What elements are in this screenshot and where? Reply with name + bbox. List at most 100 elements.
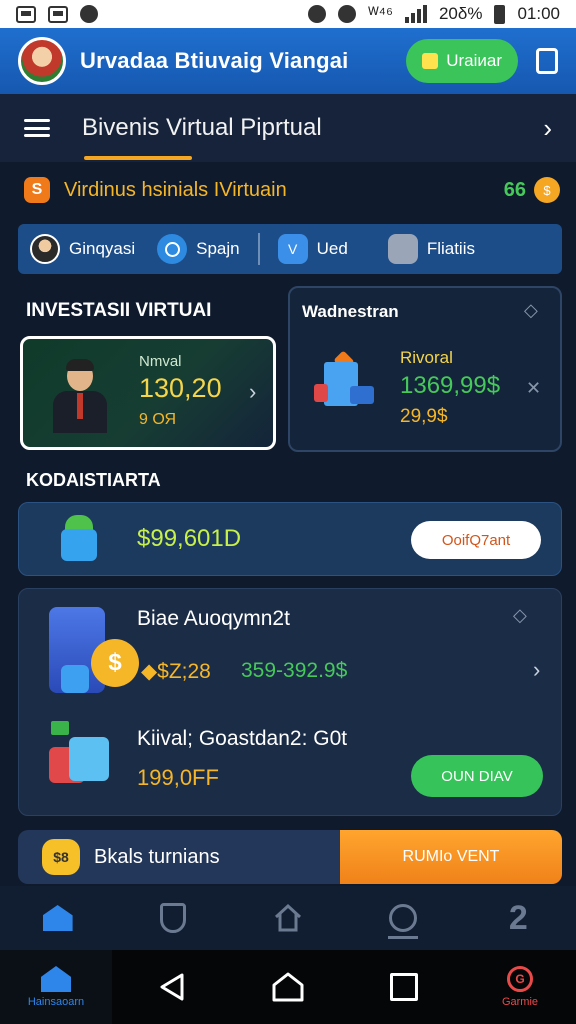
list-item-title[interactable]: Biae Auoqymn2t [137,607,290,631]
signal-icon [404,5,427,23]
battery-icon [494,4,506,24]
nav-game[interactable]: G Garmie [464,950,576,1024]
investment-list: $ Biae Auoqymn2t ◇ ◆$Z;28 359-392.9$ › K… [18,588,562,816]
gallery-icon [48,5,68,23]
notice-text: Virdinus hsinials IVirtuain [64,178,287,201]
home-icon [41,966,71,992]
section-heading-kodaistlarta: KODAISTIARTA [26,470,161,490]
status-bar: ᵂ⁴⁶ 20δ% 01:00 [0,0,576,28]
recents-icon [390,973,418,1001]
list-item-sub-prefix: ◆$Z;28 [141,660,211,683]
wallet-label: Uraiиar [446,51,502,70]
section-heading-investasi: INVESTASII VIRTUAI [26,300,212,321]
chip-fliatiis[interactable]: Fliatiis [387,234,475,264]
balance-row: $99,601D OoifQ7ant [18,502,562,576]
wifi-icon [338,5,357,23]
coin-icon: $ [534,177,560,203]
link-icon[interactable]: ◇ [513,605,527,626]
chip-label: Ued [316,239,348,258]
game-icon: G [507,966,533,992]
tab-home[interactable] [38,898,78,938]
coin-bag-icon: $8 [42,839,80,875]
nav-home-label: Hainsaoarn [27,996,85,1008]
divider [257,233,260,265]
chip-ued[interactable]: V Ued [277,234,348,264]
promo-text: Bkals turnians [94,846,220,868]
app-logo[interactable] [18,37,66,85]
settings-icon [80,5,98,23]
app-header: Urvadaa Btiuvaig Viangai Uraiиar [0,28,576,94]
nav-back[interactable] [116,950,228,1024]
balance-value: $99,601D [137,525,242,552]
bottom-tab-bar: 2 [0,886,576,950]
dollar-icon: S [24,177,50,203]
clock: 01:00 [517,4,560,23]
card-value: 130,20 [139,373,222,403]
app-title: Urvadaa Btiuvaig Viangai [80,48,349,73]
title-underline [84,156,192,160]
shield-icon [159,903,186,933]
battery-percent: 20δ% [438,4,483,23]
chip-label: Ginqyasi [69,239,136,258]
nav-recents[interactable] [348,950,460,1024]
location-icon [388,904,419,939]
nav-home-system[interactable] [232,950,344,1024]
card-value: 1369,99$ [400,372,501,399]
network-type: ᵂ⁴⁶ [368,4,393,23]
nav-home[interactable]: Hainsaoarn [0,950,112,1024]
tab-location[interactable] [383,898,423,939]
promo-row: $8 Bkals turnians RUMIo VENT [18,830,562,884]
menu-icon[interactable] [24,119,50,137]
close-icon[interactable]: ✕ [526,378,541,399]
investment-card-nmval[interactable]: Nmval 130,20 9 ОЯ › [20,336,276,450]
document-icon[interactable] [536,48,558,74]
wallet-button[interactable]: Uraiиar [406,39,518,83]
investor-image [45,357,113,435]
chevron-right-icon[interactable]: › [543,113,552,144]
list-item-title[interactable]: Kiival; Goastdan2: G0t [137,727,347,751]
list-item-value: 199,0FF [137,765,219,790]
alarm-icon [308,5,327,23]
card-sub: 9 ОЯ [139,411,176,428]
card-label: Nmval [139,353,182,370]
wallet-coin-icon: $ [47,603,139,695]
section-heading-wadnestran: Wadnestran [302,302,399,321]
gift-card-icon [49,721,119,791]
nav-game-label: Garmie [501,996,539,1008]
avatar [30,234,60,264]
notice-row[interactable]: S Virdinus hsinials IVirtuain 66 $ [24,170,560,210]
chip-label: Spajn [196,239,240,258]
home-icon [42,905,73,931]
filter-icon [387,234,418,264]
money-box-icon [57,515,101,563]
card-label: Rivoral [400,348,453,367]
balance-action-button[interactable]: OoifQ7ant [411,521,541,559]
investment-card-rivoral[interactable]: Wadnestran ◇ Rivoral 1369,99$ 29,9$ ✕ [288,286,562,452]
promo-button[interactable]: RUMIo VENT [340,830,562,884]
tab-shield[interactable] [153,898,193,938]
image-icon [16,5,36,23]
wallet-icon [422,53,439,69]
page-title-bar: Bivenis Virtual Piprtual › [0,94,576,162]
chevron-right-icon[interactable]: › [533,657,540,683]
home-outline-icon [272,972,304,1002]
back-icon [160,973,184,1001]
chip-label: Fliatiis [426,239,475,258]
house-icon [274,903,301,932]
chip-spajn[interactable]: Spajn [157,234,240,264]
building-icon [314,350,376,412]
circle-icon [157,234,188,264]
chevron-right-icon: › [249,379,257,404]
run-day-button[interactable]: OUN DIAV [411,755,543,797]
list-item-sub-value: 359-392.9$ [241,659,348,682]
tab-two[interactable]: 2 [498,898,538,938]
chip-ginqyasi[interactable]: Ginqyasi [30,234,135,264]
notice-amount: 66 [503,178,526,201]
link-icon[interactable]: ◇ [524,300,538,321]
check-icon: V [277,234,308,264]
page-title: Bivenis Virtual Piprtual [82,114,322,141]
tab-house[interactable] [268,898,308,938]
number-two-icon: 2 [508,898,528,937]
system-nav-bar: Hainsaoarn G Garmie [0,950,576,1024]
category-chips: Ginqyasi Spajn V Ued Fliatiis [18,224,562,274]
